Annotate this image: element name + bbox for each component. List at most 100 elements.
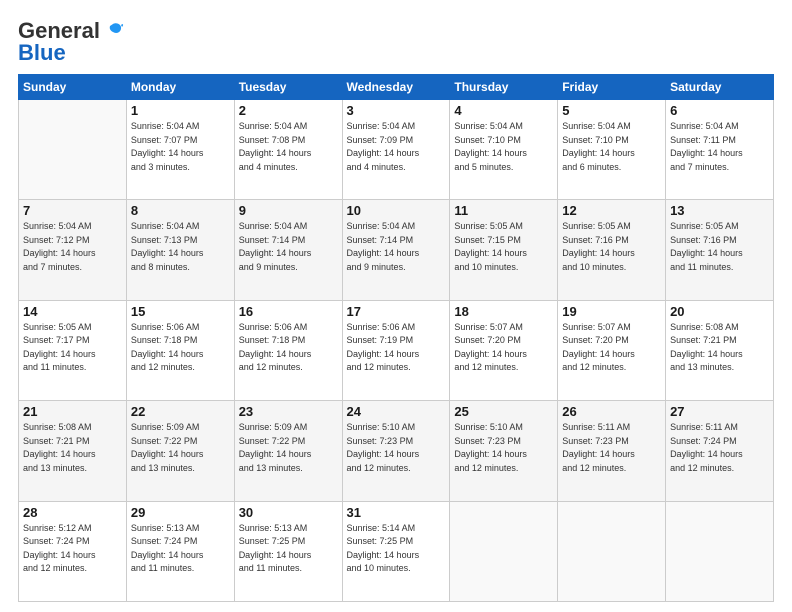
day-number: 10: [347, 203, 446, 218]
calendar-cell: [450, 501, 558, 601]
day-detail-line: and 7 minutes.: [670, 162, 729, 172]
day-number: 31: [347, 505, 446, 520]
day-detail-line: Sunset: 7:24 PM: [131, 536, 198, 546]
day-detail-line: and 11 minutes.: [23, 362, 86, 372]
calendar-cell: 3Sunrise: 5:04 AMSunset: 7:09 PMDaylight…: [342, 100, 450, 200]
calendar-cell: 19Sunrise: 5:07 AMSunset: 7:20 PMDayligh…: [558, 300, 666, 400]
calendar-cell: 4Sunrise: 5:04 AMSunset: 7:10 PMDaylight…: [450, 100, 558, 200]
day-number: 12: [562, 203, 661, 218]
day-number: 3: [347, 103, 446, 118]
calendar-cell: 25Sunrise: 5:10 AMSunset: 7:23 PMDayligh…: [450, 401, 558, 501]
day-number: 13: [670, 203, 769, 218]
day-detail-line: and 7 minutes.: [23, 262, 82, 272]
day-detail: Sunrise: 5:05 AMSunset: 7:16 PMDaylight:…: [670, 220, 769, 274]
calendar-cell: 10 Sunrise: 5:04 AMSunset: 7:14 PMDayligh…: [342, 200, 450, 300]
calendar-cell: 5Sunrise: 5:04 AMSunset: 7:10 PMDaylight…: [558, 100, 666, 200]
day-detail-line: Daylight: 14 hours: [131, 349, 204, 359]
day-detail: Sunrise: 5:06 AM Sunset: 7:18 PM Daylight:…: [239, 321, 338, 375]
day-detail-line: Sunset: 7:16 PM: [562, 235, 629, 245]
day-detail-line: Daylight: 14 hours: [670, 349, 743, 359]
day-number: 9: [239, 203, 338, 218]
day-detail-line: Sunrise: 5:11 AM: [562, 422, 630, 432]
day-detail-line: Sunset: 7:07 PM: [131, 135, 198, 145]
day-detail: Sunrise: 5:05 AMSunset: 7:17 PMDaylight:…: [23, 321, 122, 375]
weekday-header-wednesday: Wednesday: [342, 75, 450, 100]
calendar-cell: 9Sunrise: 5:04 AMSunset: 7:14 PMDaylight…: [234, 200, 342, 300]
day-detail-line: Sunset: 7:12 PM: [23, 235, 90, 245]
calendar-cell: 1Sunrise: 5:04 AMSunset: 7:07 PMDaylight…: [126, 100, 234, 200]
calendar-cell: 15Sunrise: 5:06 AMSunset: 7:18 PMDayligh…: [126, 300, 234, 400]
day-detail-line: Daylight: 14 hours: [562, 449, 635, 459]
day-number: 19: [562, 304, 661, 319]
day-detail-line: Daylight: 14 hours: [347, 449, 420, 459]
day-detail-line: Sunrise: 5:05 AM: [23, 322, 92, 332]
calendar-cell: 22Sunrise: 5:09 AMSunset: 7:22 PMDayligh…: [126, 401, 234, 501]
day-detail-line: and 12 minutes.: [131, 362, 195, 372]
logo-bird-icon: [102, 20, 124, 42]
day-detail-line: Sunrise: 5:04 AM: [131, 221, 200, 231]
logo: General Blue: [18, 18, 124, 66]
day-detail-line: Daylight: 14 hours: [23, 449, 96, 459]
day-detail-line: and 4 minutes.: [239, 162, 298, 172]
calendar-cell: 2Sunrise: 5:04 AMSunset: 7:08 PMDaylight…: [234, 100, 342, 200]
day-detail-line: Sunrise: 5:08 AM: [670, 322, 739, 332]
day-detail-line: Sunrise: 5:05 AM: [670, 221, 739, 231]
day-number: 30: [239, 505, 338, 520]
day-detail-line: Sunset: 7:24 PM: [670, 436, 737, 446]
day-detail-line: Daylight: 14 hours: [562, 248, 635, 258]
day-detail-line: Sunrise: 5:06 AM: [239, 322, 308, 332]
calendar-cell: 31Sunrise: 5:14 AMSunset: 7:25 PMDayligh…: [342, 501, 450, 601]
day-detail-line: Sunset: 7:10 PM: [454, 135, 521, 145]
day-detail-line: Sunrise: 5:06 AM: [131, 322, 200, 332]
day-detail-line: Daylight: 14 hours: [454, 248, 527, 258]
day-detail-line: Sunrise: 5:10 AM: [454, 422, 523, 432]
day-detail: Sunrise: 5:08 AMSunset: 7:21 PMDaylight:…: [23, 421, 122, 475]
day-detail-line: Sunrise: 5:07 AM: [562, 322, 631, 332]
day-number: 18: [454, 304, 553, 319]
day-detail: Sunrise: 5:04 AMSunset: 7:11 PMDaylight:…: [670, 120, 769, 174]
calendar-cell: 30Sunrise: 5:13 AMSunset: 7:25 PMDayligh…: [234, 501, 342, 601]
day-detail-line: and 8 minutes.: [131, 262, 190, 272]
day-number: 8: [131, 203, 230, 218]
day-detail: Sunrise: 5:04 AMSunset: 7:14 PMDaylight:…: [347, 220, 446, 274]
day-detail-line: Daylight: 14 hours: [239, 349, 312, 359]
day-detail-line: Daylight: 14 hours: [23, 550, 96, 560]
day-detail-line: and 11 minutes.: [670, 262, 733, 272]
day-detail-line: and 6 minutes.: [562, 162, 621, 172]
calendar-cell: 6Sunrise: 5:04 AMSunset: 7:11 PMDaylight…: [666, 100, 774, 200]
calendar-cell: 12Sunrise: 5:05 AMSunset: 7:16 PMDayligh…: [558, 200, 666, 300]
day-detail: Sunrise: 5:06 AMSunset: 7:18 PMDaylight:…: [131, 321, 230, 375]
logo-blue-text: Blue: [18, 40, 66, 66]
page: General Blue SundayMondayTuesdayWednesda…: [0, 0, 792, 612]
day-detail-line: and 5 minutes.: [454, 162, 513, 172]
day-detail-line: and 11 minutes.: [131, 563, 194, 573]
day-detail-line: Sunrise: 5:13 AM: [239, 523, 308, 533]
day-detail-line: Sunrise: 5:04 AM: [239, 221, 308, 231]
day-detail-line: Sunrise: 5:05 AM: [454, 221, 523, 231]
day-detail-line: and 13 minutes.: [239, 463, 303, 473]
calendar-cell: 8Sunrise: 5:04 AMSunset: 7:13 PMDaylight…: [126, 200, 234, 300]
day-detail: Sunrise: 5:06 AMSunset: 7:19 PMDaylight:…: [347, 321, 446, 375]
day-number: 29: [131, 505, 230, 520]
day-detail-line: Daylight: 14 hours: [239, 248, 312, 258]
day-detail-line: Daylight: 14 hours: [347, 550, 420, 560]
day-detail-line: Daylight: 14 hours: [670, 449, 743, 459]
day-number: 1: [131, 103, 230, 118]
day-detail-line: and 9 minutes.: [239, 262, 298, 272]
day-detail: Sunrise: 5:13 AMSunset: 7:24 PMDaylight:…: [131, 522, 230, 576]
day-detail-line: and 12 minutes.: [23, 563, 87, 573]
day-detail: Sunrise: 5:12 AMSunset: 7:24 PMDaylight:…: [23, 522, 122, 576]
day-detail-line: Sunset: 7:18 PM: [239, 335, 306, 345]
day-detail-line: Sunrise: 5:07 AM: [454, 322, 523, 332]
weekday-header-monday: Monday: [126, 75, 234, 100]
calendar-cell: 7Sunrise: 5:04 AMSunset: 7:12 PMDaylight…: [19, 200, 127, 300]
day-detail: Sunrise: 5:04 AMSunset: 7:10 PMDaylight:…: [562, 120, 661, 174]
day-detail-line: and 12 minutes.: [347, 362, 411, 372]
day-detail-line: Daylight: 14 hours: [347, 148, 420, 158]
day-detail-line: Daylight: 14 hours: [131, 148, 204, 158]
day-detail: Sunrise: 5:10 AMSunset: 7:23 PMDaylight:…: [454, 421, 553, 475]
day-detail-line: Sunrise: 5:08 AM: [23, 422, 92, 432]
day-detail-line: Daylight: 14 hours: [562, 349, 635, 359]
day-detail: Sunrise: 5:08 AMSunset: 7:21 PMDaylight:…: [670, 321, 769, 375]
day-detail-line: Daylight: 14 hours: [131, 449, 204, 459]
